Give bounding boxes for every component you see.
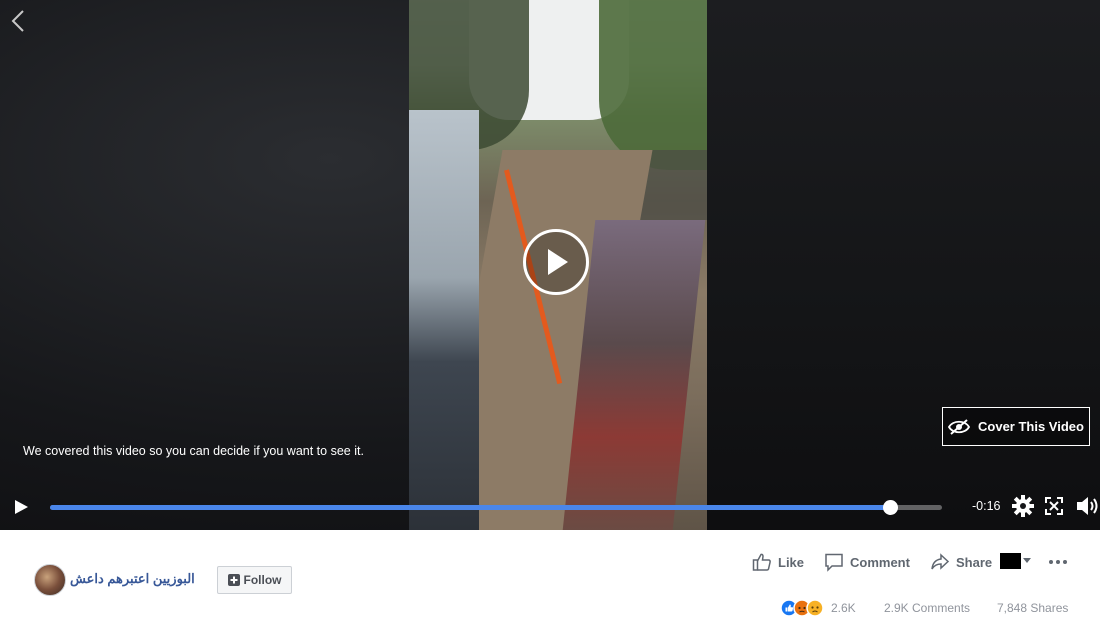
sad-reaction-icon [806, 599, 824, 617]
like-button[interactable]: Like [752, 551, 804, 573]
expand-icon[interactable] [1045, 497, 1063, 515]
cover-notice: We covered this video so you can decide … [23, 444, 364, 458]
share-arrow-icon [931, 553, 950, 570]
progress-fill [50, 505, 891, 510]
thumbs-up-icon [752, 553, 771, 571]
page-name-link[interactable]: البوزيين اعتبرهم داعش [70, 571, 195, 587]
eye-slash-icon [948, 418, 971, 435]
audience-selector[interactable] [1000, 553, 1031, 569]
reactions-count[interactable]: 2.6K [831, 601, 856, 615]
volume-icon[interactable] [1076, 495, 1100, 517]
share-button[interactable]: Share [930, 551, 992, 573]
comment-bubble-icon [825, 553, 843, 572]
reaction-icons[interactable] [780, 598, 830, 618]
comment-button[interactable]: Comment [824, 551, 910, 573]
frame-trees-right [599, 0, 707, 170]
shares-count[interactable]: 7,848 Shares [997, 601, 1068, 615]
avatar[interactable] [34, 564, 66, 596]
follow-button[interactable]: Follow [217, 566, 292, 594]
frame-person [409, 110, 479, 530]
like-label: Like [778, 554, 805, 570]
play-button[interactable] [12, 498, 30, 516]
video-backdrop [707, 0, 1100, 530]
cover-video-button[interactable]: Cover This Video [942, 407, 1090, 446]
chevron-left-icon[interactable] [8, 8, 30, 34]
plus-square-icon [227, 574, 240, 586]
audience-swatch [1000, 553, 1021, 569]
progress-thumb[interactable] [883, 500, 899, 515]
comment-label: Comment [850, 554, 910, 570]
caret-down-icon [1023, 558, 1031, 563]
play-icon [15, 500, 28, 514]
follow-label: Follow [243, 573, 282, 587]
more-horizontal-icon[interactable] [1048, 552, 1068, 572]
play-overlay-button[interactable] [523, 229, 589, 295]
share-label: Share [956, 554, 993, 570]
video-player[interactable]: We covered this video so you can decide … [0, 0, 1100, 530]
cover-video-label: Cover This Video [978, 419, 1084, 434]
play-icon [548, 249, 568, 275]
progress-track[interactable] [50, 500, 942, 515]
comments-count[interactable]: 2.9K Comments [884, 601, 970, 615]
video-controls: -0:16 [0, 490, 1100, 524]
gear-icon[interactable] [1012, 495, 1034, 517]
time-remaining: -0:16 [972, 499, 1001, 513]
